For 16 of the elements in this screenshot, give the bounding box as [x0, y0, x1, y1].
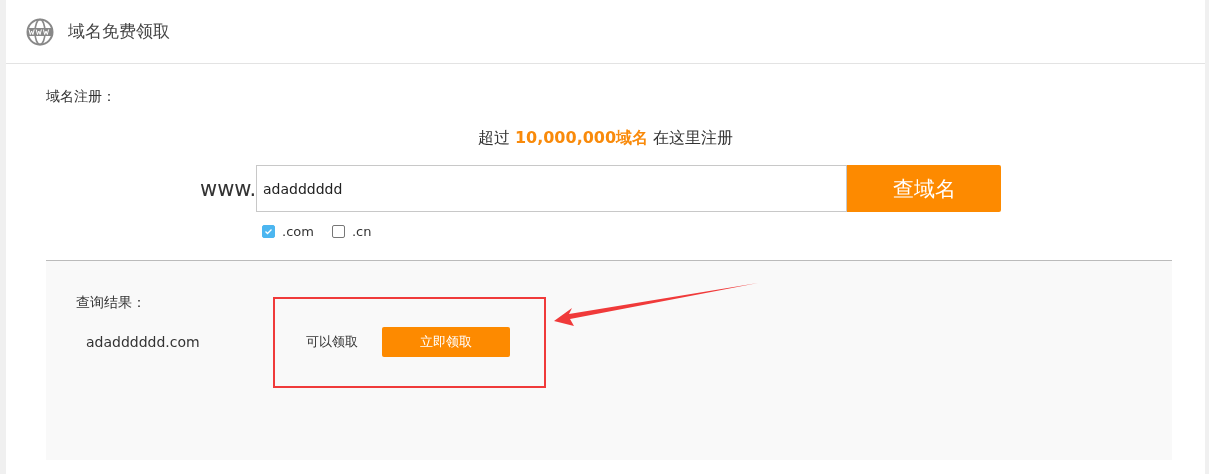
checkmark-icon: [264, 227, 273, 236]
domain-prefix: www.: [200, 176, 256, 201]
domain-name: adadddddd.com: [86, 334, 201, 350]
page-title: 域名免费领取: [68, 20, 170, 43]
checkbox[interactable]: [262, 225, 275, 238]
checkbox-label: .com: [282, 224, 314, 239]
results-label: 查询结果：: [76, 294, 147, 312]
section-label: 域名注册：: [45, 87, 117, 106]
domain-input-field[interactable]: adadddddd: [256, 165, 847, 212]
search-domain-button[interactable]: 查域名: [847, 165, 1001, 212]
globe-icon: [26, 17, 54, 46]
availability-status: 可以领取: [306, 333, 359, 351]
headline: 超过 10,000,000域名 在这里注册: [476, 128, 735, 149]
claim-button[interactable]: 立即领取: [382, 327, 510, 357]
checkbox-label: .cn: [351, 224, 372, 239]
checkbox[interactable]: [331, 225, 345, 238]
